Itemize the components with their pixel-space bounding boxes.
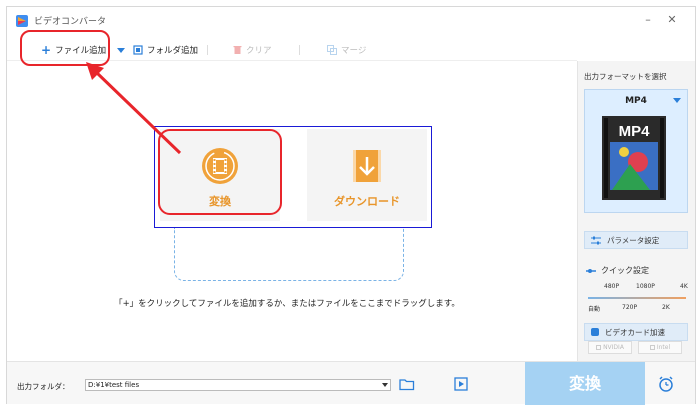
quality-1080p[interactable]: 1080P	[636, 283, 655, 290]
nvidia-option[interactable]: NVIDIA	[588, 341, 632, 354]
add-dropdown-icon[interactable]	[117, 48, 125, 54]
alarm-clock-icon[interactable]	[657, 375, 675, 393]
output-preview-icon[interactable]	[453, 376, 469, 392]
checkbox-icon	[649, 345, 655, 350]
merge-label: マージ	[341, 46, 367, 56]
quality-auto[interactable]: 自動	[588, 304, 600, 313]
checkbox-icon	[596, 345, 602, 350]
download-mode-label: ダウンロード	[334, 195, 400, 208]
trash-icon	[233, 46, 242, 54]
quality-2k[interactable]: 2K	[662, 304, 670, 311]
output-folder-label: 出力フォルダ：	[17, 382, 70, 391]
output-folder-dropdown-icon[interactable]	[382, 383, 388, 387]
add-folder-button[interactable]: フォルダ追加	[133, 43, 198, 57]
drop-area[interactable]: 変換 ダウンロード 「+」をクリックしてファイルを追加するか、またはファイルをこ…	[7, 61, 577, 361]
drop-zone-outline	[174, 228, 404, 281]
format-selector[interactable]: MP4 MP4	[584, 89, 688, 213]
output-format-panel: 出力フォーマットを選択 MP4 MP4 パラメータ設定 クイック設定 480P …	[577, 61, 695, 361]
clear-label: クリア	[246, 46, 272, 56]
svg-text:MP4: MP4	[619, 123, 651, 140]
quick-settings-title: クイック設定	[586, 265, 649, 276]
output-folder-path: D:¥1¥test files	[88, 381, 140, 389]
download-mode-card[interactable]: ダウンロード	[307, 129, 427, 221]
output-folder-field[interactable]: D:¥1¥test files	[85, 379, 391, 391]
open-folder-icon[interactable]	[399, 376, 415, 392]
gpu-acceleration-button[interactable]: ビデオカード加速	[584, 323, 688, 341]
add-file-highlight-box	[20, 30, 110, 66]
quality-slider[interactable]	[588, 297, 686, 299]
title-bar: ビデオコンバータ – ✕	[7, 7, 695, 35]
format-dropdown-icon	[673, 98, 681, 103]
clear-button[interactable]: クリア	[233, 43, 272, 57]
hardware-options: NVIDIA Intel	[588, 341, 688, 355]
minimize-button[interactable]: –	[641, 13, 655, 27]
parameter-settings-label: パラメータ設定	[607, 235, 660, 245]
folder-icon	[133, 45, 143, 55]
app-logo-icon	[16, 15, 28, 27]
gpu-acceleration-label: ビデオカード加速	[605, 327, 665, 337]
quality-720p[interactable]: 720P	[622, 304, 637, 311]
drop-hint-text: 「+」をクリックしてファイルを追加するか、またはファイルをここまでドラッグします…	[114, 299, 460, 309]
footer-bar: 出力フォルダ： D:¥1¥test files 変換	[7, 361, 695, 405]
quality-480p[interactable]: 480P	[604, 283, 619, 290]
quick-settings-icon	[586, 268, 596, 273]
window-title: ビデオコンバータ	[34, 17, 107, 27]
format-name: MP4	[625, 96, 647, 106]
sliders-icon	[591, 236, 601, 244]
merge-icon	[327, 45, 337, 55]
intel-option[interactable]: Intel	[638, 341, 682, 354]
output-format-title: 出力フォーマットを選択	[584, 72, 667, 81]
add-folder-label: フォルダ追加	[147, 46, 199, 56]
parameter-settings-button[interactable]: パラメータ設定	[584, 231, 688, 249]
merge-button[interactable]: マージ	[327, 43, 366, 57]
close-button[interactable]: ✕	[665, 13, 679, 27]
convert-highlight-box	[158, 129, 282, 215]
quality-4k[interactable]: 4K	[680, 283, 688, 290]
download-icon	[353, 150, 381, 182]
convert-button[interactable]: 変換	[525, 362, 645, 405]
app-window: ビデオコンバータ – ✕ + ファイル追加 フォルダ追加 クリア マージ 変換 …	[6, 6, 696, 405]
gpu-chip-icon	[591, 328, 599, 336]
mp4-format-thumbnail: MP4	[602, 116, 666, 200]
quick-settings-label: クイック設定	[601, 266, 649, 275]
